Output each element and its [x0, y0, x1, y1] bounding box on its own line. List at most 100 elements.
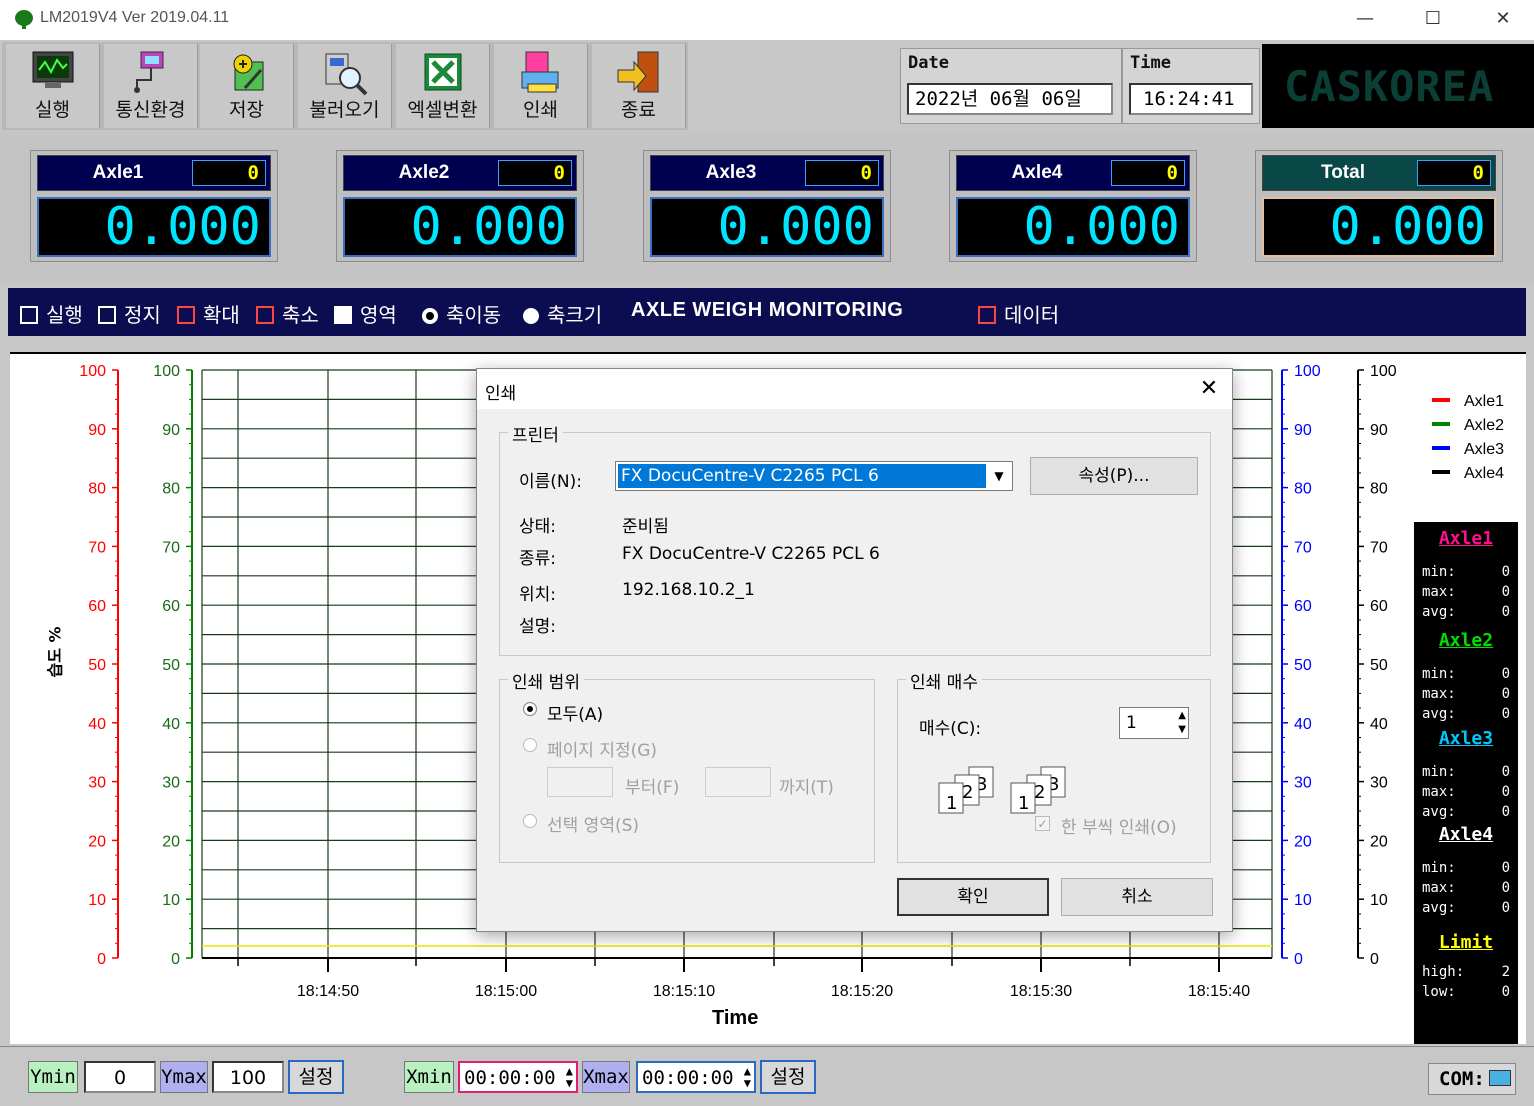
axle-header: Axle3 0: [650, 155, 884, 191]
radio-icon: [523, 308, 539, 324]
axis-size-label: 축크기: [547, 305, 603, 327]
page-to-input[interactable]: [705, 767, 771, 797]
toolbar-load-button[interactable]: 불러오기: [298, 44, 392, 128]
properties-button[interactable]: 속성(P)...: [1030, 457, 1198, 495]
axle-count: 0: [192, 160, 266, 186]
axis-size-radio[interactable]: 축크기: [523, 299, 602, 328]
comment-label: 설명:: [519, 617, 557, 637]
chart-zoom-in-label: 확대: [203, 305, 240, 327]
stat-label: max:: [1422, 784, 1456, 800]
spinner-icon[interactable]: ▲ ▼: [566, 1065, 573, 1089]
collate-pages-icon: 3 2 1: [1010, 766, 1066, 814]
axle-count: 0: [805, 160, 879, 186]
minimize-button[interactable]: —: [1345, 6, 1385, 32]
exit-icon: [617, 51, 658, 93]
toolbar-label: 저장: [229, 99, 264, 121]
axle-weight: 0.000: [956, 197, 1190, 257]
xmax-input[interactable]: 00:00:00 ▲ ▼: [636, 1061, 756, 1093]
y-tick-label: 100: [1370, 363, 1397, 380]
toolbar-excel-button[interactable]: 엑셀변환: [396, 44, 490, 128]
stat-row: min: 0: [1422, 564, 1510, 580]
y-tick-label: 0: [1370, 951, 1379, 968]
axle4-panel: Axle4 0 0.000: [949, 150, 1197, 262]
limit-label: low:: [1422, 984, 1456, 1000]
y-tick-label: 90: [1370, 422, 1388, 439]
close-button[interactable]: ✕: [1483, 6, 1523, 32]
page-from-input[interactable]: [547, 767, 613, 797]
chart-stop-label: 정지: [124, 305, 161, 327]
y-tick-label: 100: [79, 363, 106, 380]
xmin-input[interactable]: 00:00:00 ▲ ▼: [458, 1061, 578, 1093]
print-all-label: 모두(A): [547, 705, 604, 725]
stat-value: 0: [1501, 686, 1510, 702]
print-all-radio[interactable]: [523, 702, 537, 716]
y-tick-label: 60: [1370, 598, 1388, 615]
limit-value: 2: [1501, 964, 1510, 980]
y-set-button[interactable]: 설정: [288, 1060, 344, 1094]
stat-label: min:: [1422, 666, 1456, 682]
maximize-button[interactable]: ☐: [1413, 6, 1453, 32]
axle-name: Axle3: [705, 162, 757, 183]
chart-zoom-in-button[interactable]: 확대: [177, 299, 240, 328]
y-tick-label: 80: [1370, 481, 1388, 498]
collate-checkbox[interactable]: ✓: [1035, 816, 1050, 831]
chart-stop-button[interactable]: 정지: [98, 299, 161, 328]
copies-input[interactable]: 1 ▲ ▼: [1119, 707, 1189, 739]
ymax-input[interactable]: 100: [212, 1061, 284, 1093]
chevron-down-icon[interactable]: ▼: [988, 464, 1010, 488]
chart-region-label: 영역: [360, 305, 397, 327]
y-tick-label: 10: [1294, 892, 1312, 909]
stat-row: avg: 0: [1422, 604, 1510, 620]
limit-value: 0: [1501, 984, 1510, 1000]
ok-button[interactable]: 확인: [897, 878, 1049, 916]
printer-icon: [521, 51, 558, 93]
stat-label: min:: [1422, 764, 1456, 780]
cancel-button[interactable]: 취소: [1061, 878, 1213, 916]
printer-select[interactable]: FX DocuCentre-V C2265 PCL 6 ▼: [615, 461, 1013, 491]
chart-region-button[interactable]: 영역: [334, 299, 397, 328]
legend-label: Axle4: [1464, 465, 1504, 482]
stat-label: min:: [1422, 860, 1456, 876]
toolbar-print-button[interactable]: 인쇄: [494, 44, 588, 128]
copies-value: 1: [1126, 713, 1137, 733]
stat-label: avg:: [1422, 804, 1456, 820]
toolbar-save-button[interactable]: 저장: [200, 44, 294, 128]
page-to-label: 까지(T): [779, 778, 834, 798]
y-tick-label: 0: [1294, 951, 1303, 968]
chart-data-button[interactable]: 데이터: [978, 299, 1059, 328]
axle-name: Axle1: [92, 162, 144, 183]
ymin-input[interactable]: 0: [84, 1061, 156, 1093]
dialog-close-icon[interactable]: ✕: [1195, 375, 1223, 403]
dialog-title: 인쇄: [485, 384, 517, 404]
toolbar-run-button[interactable]: 실행: [6, 44, 100, 128]
y-tick-label: 90: [1294, 422, 1312, 439]
svg-text:2: 2: [1034, 782, 1045, 803]
y-tick-label: 30: [88, 775, 106, 792]
stat-row: avg: 0: [1422, 706, 1510, 722]
excel-icon: [424, 53, 461, 91]
chart-zoom-out-button[interactable]: 축소: [256, 299, 319, 328]
toolbar-exit-button[interactable]: 종료: [592, 44, 686, 128]
stat-row: max: 0: [1422, 784, 1510, 800]
svg-text:2: 2: [962, 782, 973, 803]
stat-value: 0: [1501, 706, 1510, 722]
printer-select-value: FX DocuCentre-V C2265 PCL 6: [618, 464, 986, 488]
print-pages-radio[interactable]: [523, 738, 537, 752]
legend-label: Axle3: [1464, 441, 1504, 458]
stat-title: Axle2: [1438, 630, 1494, 651]
axis-move-radio[interactable]: 축이동: [422, 299, 501, 328]
stat-value: 0: [1501, 604, 1510, 620]
spinner-icon[interactable]: ▲ ▼: [744, 1065, 751, 1089]
y-tick-label: 60: [88, 598, 106, 615]
y-tick-label: 60: [162, 598, 180, 615]
y-tick-label: 90: [88, 422, 106, 439]
toolbar-comm-button[interactable]: 통신환경: [104, 44, 198, 128]
total-header: Total 0: [1262, 155, 1496, 191]
print-selection-radio[interactable]: [523, 814, 537, 828]
chart-run-button[interactable]: 실행: [20, 299, 83, 328]
time-panel: Time 16:24:41: [1122, 48, 1260, 124]
x-set-button[interactable]: 설정: [760, 1060, 816, 1094]
region-icon: [334, 306, 352, 324]
y-tick-label: 60: [1294, 598, 1312, 615]
spinner-icon[interactable]: ▲ ▼: [1178, 709, 1186, 737]
